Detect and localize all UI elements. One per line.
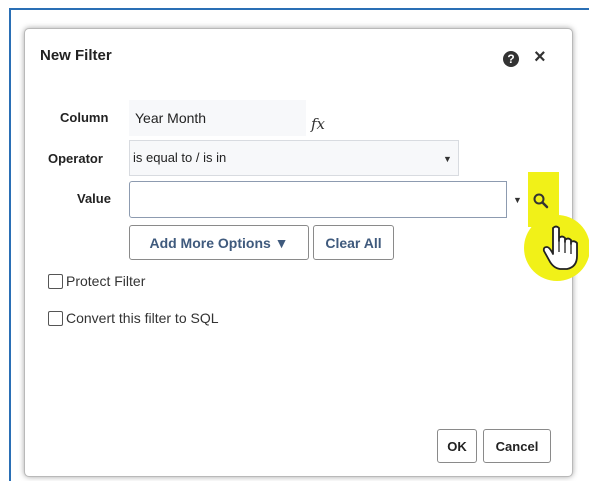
cancel-button[interactable]: Cancel xyxy=(483,429,551,463)
help-icon[interactable]: ? xyxy=(503,51,519,67)
ok-button[interactable]: OK xyxy=(437,429,477,463)
protect-filter-row[interactable]: Protect Filter xyxy=(48,273,145,289)
operator-label: Operator xyxy=(48,151,103,166)
protect-filter-checkbox[interactable] xyxy=(48,273,63,289)
convert-sql-label: Convert this filter to SQL xyxy=(66,310,219,326)
search-icon[interactable] xyxy=(532,192,550,210)
new-filter-dialog: New Filter ? × Column Year Month fx Oper… xyxy=(24,28,589,477)
value-label: Value xyxy=(77,191,111,206)
close-icon[interactable]: × xyxy=(534,47,546,67)
value-input[interactable] xyxy=(129,181,507,218)
convert-sql-checkbox[interactable] xyxy=(48,310,63,326)
chevron-down-icon[interactable]: ▼ xyxy=(443,154,452,164)
convert-sql-row[interactable]: Convert this filter to SQL xyxy=(48,310,219,326)
fx-icon[interactable]: fx xyxy=(311,115,325,133)
column-value: Year Month xyxy=(129,100,306,136)
operator-select[interactable]: is equal to / is in xyxy=(129,140,459,176)
operator-select-value: is equal to / is in xyxy=(133,150,227,165)
value-dropdown-arrow-icon[interactable]: ▼ xyxy=(513,195,522,205)
clear-all-button[interactable]: Clear All xyxy=(313,225,394,260)
dialog-title: New Filter xyxy=(40,47,112,64)
hand-cursor-icon xyxy=(542,225,578,270)
column-label: Column xyxy=(60,110,109,125)
add-more-options-button[interactable]: Add More Options ▼ xyxy=(129,225,309,260)
protect-filter-label: Protect Filter xyxy=(66,273,146,289)
